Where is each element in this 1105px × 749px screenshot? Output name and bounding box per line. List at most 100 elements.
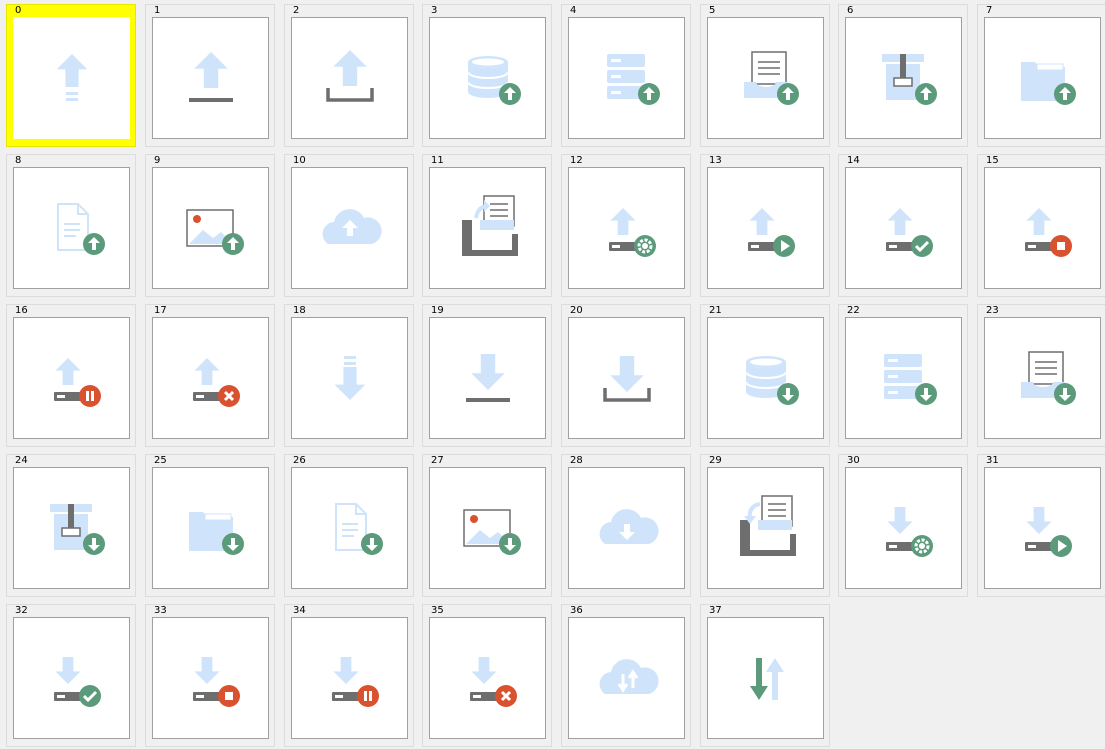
icon-tile[interactable]: 11 bbox=[422, 154, 552, 297]
icon-preview bbox=[291, 167, 408, 289]
download-play-icon bbox=[1025, 507, 1072, 557]
icon-preview bbox=[429, 467, 546, 589]
icon-tile[interactable]: 30 bbox=[838, 454, 968, 597]
icon-tile[interactable]: 0 bbox=[6, 4, 136, 147]
icon-tile[interactable]: 35 bbox=[422, 604, 552, 747]
image-upload-icon bbox=[186, 209, 244, 255]
cloud-upload-icon bbox=[322, 209, 382, 244]
icon-tile[interactable]: 24 bbox=[6, 454, 136, 597]
archive-box-download-icon bbox=[50, 504, 105, 555]
icon-tile[interactable]: 23 bbox=[977, 304, 1105, 447]
icon-tile[interactable]: 36 bbox=[561, 604, 691, 747]
icon-index-label: 1 bbox=[154, 5, 161, 16]
icon-tile[interactable]: 29 bbox=[700, 454, 830, 597]
icon-tile[interactable]: 5 bbox=[700, 4, 830, 147]
icon-index-label: 37 bbox=[709, 605, 722, 616]
icon-tile[interactable]: 27 bbox=[422, 454, 552, 597]
icon-tile[interactable]: 18 bbox=[284, 304, 414, 447]
download-settings-icon bbox=[886, 507, 933, 557]
icon-preview bbox=[568, 617, 685, 739]
icon-index-label: 19 bbox=[431, 305, 444, 316]
icon-tile[interactable]: 6 bbox=[838, 4, 968, 147]
icon-tile[interactable]: 20 bbox=[561, 304, 691, 447]
icon-index-label: 9 bbox=[154, 155, 161, 166]
icon-tile[interactable]: 31 bbox=[977, 454, 1105, 597]
icon-tile[interactable]: 32 bbox=[6, 604, 136, 747]
export-tray-icon bbox=[462, 195, 518, 256]
icon-index-label: 16 bbox=[15, 305, 28, 316]
icon-preview bbox=[13, 167, 130, 289]
upload-arrow-lines-icon bbox=[56, 54, 88, 101]
image-download-icon bbox=[463, 509, 521, 555]
upload-cancel-icon bbox=[193, 358, 240, 407]
icon-index-label: 3 bbox=[431, 5, 438, 16]
icon-tile[interactable]: 28 bbox=[561, 454, 691, 597]
icon-preview bbox=[707, 17, 824, 139]
icon-tile[interactable]: 14 bbox=[838, 154, 968, 297]
icon-tile[interactable]: 25 bbox=[145, 454, 275, 597]
icon-index-label: 22 bbox=[847, 305, 860, 316]
icon-tile[interactable]: 19 bbox=[422, 304, 552, 447]
icon-preview bbox=[984, 167, 1101, 289]
icon-preview bbox=[568, 467, 685, 589]
icon-index-label: 8 bbox=[15, 155, 22, 166]
icon-preview bbox=[984, 467, 1101, 589]
upload-play-icon bbox=[748, 208, 795, 257]
icon-index-label: 30 bbox=[847, 455, 860, 466]
icon-index-label: 23 bbox=[986, 305, 999, 316]
icon-index-label: 20 bbox=[570, 305, 583, 316]
icon-tile[interactable]: 9 bbox=[145, 154, 275, 297]
icon-index-label: 24 bbox=[15, 455, 28, 466]
inbox-document-download-icon bbox=[1021, 351, 1076, 405]
icon-tile[interactable]: 17 bbox=[145, 304, 275, 447]
icon-index-label: 4 bbox=[570, 5, 577, 16]
icon-tile[interactable]: 2 bbox=[284, 4, 414, 147]
icon-tile[interactable]: 34 bbox=[284, 604, 414, 747]
icon-tile[interactable]: 16 bbox=[6, 304, 136, 447]
cloud-sync-icon bbox=[599, 659, 659, 694]
folder-upload-icon bbox=[1021, 62, 1076, 105]
folder-download-icon bbox=[189, 512, 244, 555]
server-download-icon bbox=[884, 354, 937, 405]
icon-tile[interactable]: 26 bbox=[284, 454, 414, 597]
download-arrow-lines-icon bbox=[334, 356, 366, 400]
icon-tile[interactable]: 12 bbox=[561, 154, 691, 297]
database-upload-icon bbox=[467, 56, 521, 105]
icon-preview bbox=[13, 617, 130, 739]
icon-index-label: 10 bbox=[293, 155, 306, 166]
icon-preview bbox=[984, 317, 1101, 439]
icon-index-label: 12 bbox=[570, 155, 583, 166]
icon-tile[interactable]: 21 bbox=[700, 304, 830, 447]
icon-tile[interactable]: 15 bbox=[977, 154, 1105, 297]
icon-index-label: 15 bbox=[986, 155, 999, 166]
icon-index-label: 11 bbox=[431, 155, 444, 166]
icon-tile[interactable]: 3 bbox=[422, 4, 552, 147]
archive-box-upload-icon bbox=[882, 54, 937, 105]
icon-tile[interactable]: 1 bbox=[145, 4, 275, 147]
icon-index-label: 18 bbox=[293, 305, 306, 316]
icon-tile[interactable]: 22 bbox=[838, 304, 968, 447]
icon-tile[interactable]: 4 bbox=[561, 4, 691, 147]
icon-index-label: 35 bbox=[431, 605, 444, 616]
upload-bar-icon bbox=[189, 52, 233, 102]
icon-preview bbox=[845, 167, 962, 289]
icon-index-label: 14 bbox=[847, 155, 860, 166]
icon-preview bbox=[152, 167, 269, 289]
icon-preview bbox=[568, 317, 685, 439]
icon-tile[interactable]: 37 bbox=[700, 604, 830, 747]
icon-index-label: 21 bbox=[709, 305, 722, 316]
document-upload-icon bbox=[57, 203, 105, 255]
icon-preview bbox=[429, 617, 546, 739]
icon-preview bbox=[707, 617, 824, 739]
icon-index-label: 28 bbox=[570, 455, 583, 466]
server-upload-icon bbox=[607, 54, 660, 105]
icon-preview bbox=[291, 17, 408, 139]
icon-tile[interactable]: 10 bbox=[284, 154, 414, 297]
icon-tile[interactable]: 33 bbox=[145, 604, 275, 747]
download-tray-icon bbox=[603, 356, 651, 402]
icon-tile[interactable]: 13 bbox=[700, 154, 830, 297]
icon-tile[interactable]: 7 bbox=[977, 4, 1105, 147]
icon-tile[interactable]: 8 bbox=[6, 154, 136, 297]
icon-index-label: 17 bbox=[154, 305, 167, 316]
icon-index-label: 33 bbox=[154, 605, 167, 616]
